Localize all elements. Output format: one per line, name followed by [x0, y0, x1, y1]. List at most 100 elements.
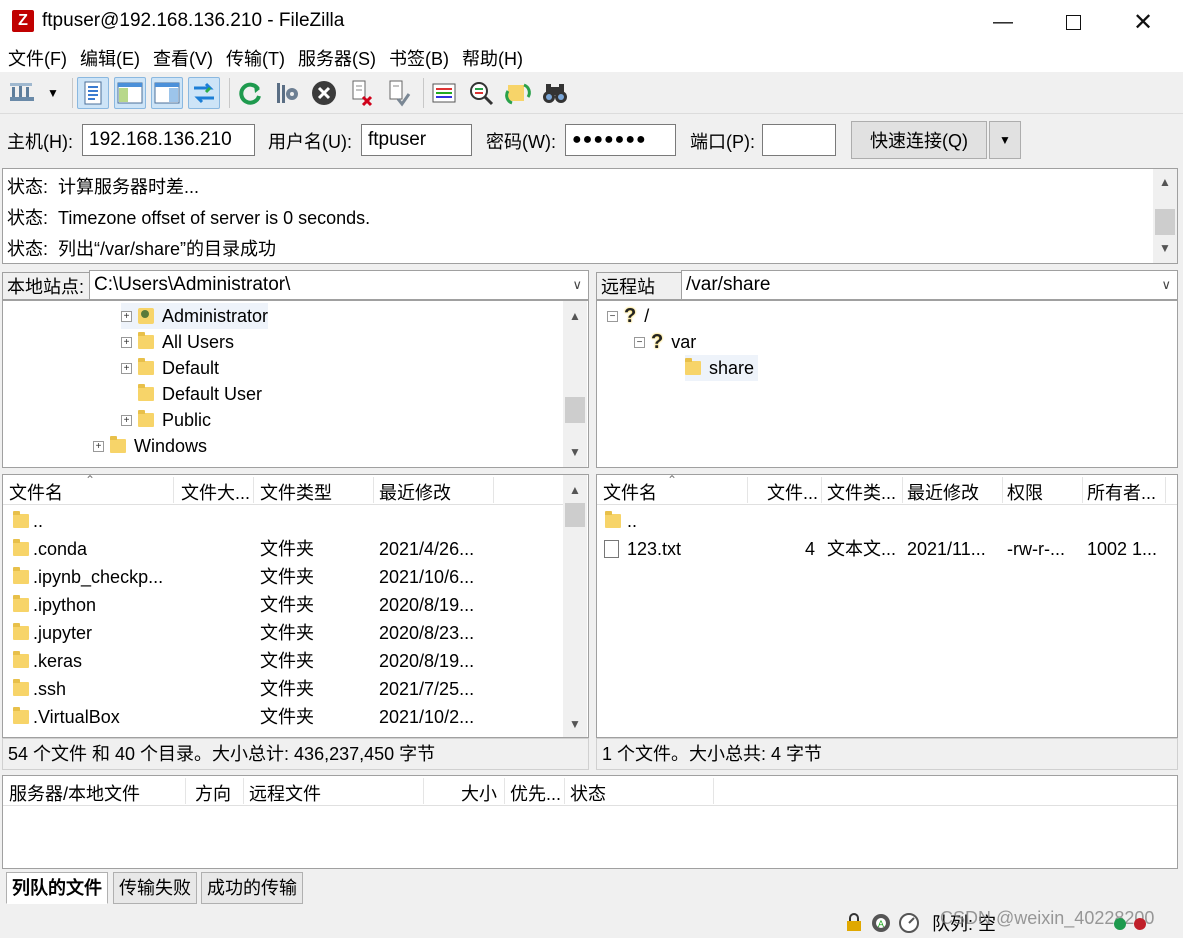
expand-icon[interactable]: +: [121, 362, 132, 374]
cancel-button[interactable]: [308, 77, 340, 109]
scroll-thumb[interactable]: [565, 397, 585, 423]
chevron-down-icon[interactable]: ∨: [1161, 271, 1171, 299]
file-row[interactable]: .ssh 文件夹 2021/7/25...: [3, 675, 563, 703]
scroll-up-icon[interactable]: ▲: [563, 305, 587, 327]
file-row[interactable]: 123.txt 4 文本文... 2021/11... -rw-r-... 10…: [597, 535, 1177, 563]
column-header-priority[interactable]: 优先...: [510, 780, 561, 806]
menu-transfer[interactable]: 传输(T): [226, 45, 285, 71]
column-header-filesize[interactable]: 文件大...: [181, 479, 250, 505]
log-scrollbar[interactable]: ▲ ▼: [1153, 169, 1177, 263]
tree-item[interactable]: Default User: [138, 381, 262, 407]
expand-icon[interactable]: +: [121, 414, 132, 426]
remote-directory-tree[interactable]: − ? / − ? var share: [596, 300, 1178, 468]
local-directory-tree[interactable]: + Administrator + All Users + Default De…: [2, 300, 589, 468]
file-row[interactable]: ..: [597, 507, 1177, 535]
tree-item[interactable]: − ? /: [607, 303, 649, 329]
scroll-down-icon[interactable]: ▼: [563, 441, 587, 463]
tree-item[interactable]: + All Users: [121, 329, 234, 355]
collapse-icon[interactable]: −: [607, 310, 618, 322]
expand-icon[interactable]: +: [93, 440, 104, 452]
tree-item-selected[interactable]: share: [685, 355, 759, 381]
file-row[interactable]: .conda 文件夹 2021/4/26...: [3, 535, 563, 563]
scroll-up-icon[interactable]: ▲: [1153, 171, 1177, 193]
column-header-modified[interactable]: 最近修改: [907, 479, 979, 505]
tree-item[interactable]: + Default: [121, 355, 219, 381]
quickconnect-history-dropdown[interactable]: ▼: [989, 121, 1021, 159]
scroll-up-icon[interactable]: ▲: [563, 479, 587, 501]
close-button[interactable]: ✕: [1108, 0, 1178, 44]
sync-browse-button[interactable]: [502, 77, 534, 109]
remote-path-combo[interactable]: /var/share ∨: [681, 270, 1178, 300]
column-header-size[interactable]: 大小: [461, 780, 497, 806]
column-header-filetype[interactable]: 文件类...: [827, 479, 896, 505]
site-manager-button[interactable]: [6, 77, 38, 109]
menu-server[interactable]: 服务器(S): [298, 45, 376, 71]
local-path-combo[interactable]: C:\Users\Administrator\ ∨: [89, 270, 589, 300]
column-header-direction[interactable]: 方向: [195, 780, 231, 806]
toggle-remote-tree-button[interactable]: [151, 76, 183, 109]
search-button[interactable]: [539, 77, 571, 109]
host-input[interactable]: 192.168.136.210: [82, 124, 255, 156]
expand-icon[interactable]: +: [121, 310, 132, 322]
menu-help[interactable]: 帮助(H): [462, 45, 523, 71]
local-list-scrollbar[interactable]: ▲ ▼: [563, 475, 587, 737]
tab-successful-transfers[interactable]: 成功的传输: [201, 872, 303, 904]
collapse-icon[interactable]: −: [634, 336, 645, 348]
password-input[interactable]: ●●●●●●●: [565, 124, 676, 156]
tab-failed-transfers[interactable]: 传输失败: [113, 872, 197, 904]
column-header-server-local-file[interactable]: 服务器/本地文件: [9, 780, 140, 806]
filter-button[interactable]: [428, 77, 460, 109]
message-log[interactable]: 状态: 计算服务器时差... 状态: Timezone offset of se…: [2, 168, 1178, 264]
menu-file[interactable]: 文件(F): [8, 45, 67, 71]
quickconnect-button[interactable]: 快速连接(Q): [851, 121, 987, 159]
tree-item[interactable]: + Windows: [93, 433, 207, 459]
transfer-queue[interactable]: 服务器/本地文件 方向 远程文件 大小 优先... 状态: [2, 775, 1178, 869]
column-header-filesize[interactable]: 文件...: [767, 479, 818, 505]
chevron-down-icon[interactable]: ∨: [572, 271, 582, 299]
reconnect-button[interactable]: [382, 77, 414, 109]
scroll-down-icon[interactable]: ▼: [1153, 237, 1177, 259]
scroll-down-icon[interactable]: ▼: [563, 713, 587, 735]
column-header-remote-file[interactable]: 远程文件: [249, 780, 321, 806]
file-row[interactable]: .ipynb_checkp... 文件夹 2021/10/6...: [3, 563, 563, 591]
column-header-modified[interactable]: 最近修改: [379, 479, 451, 505]
disconnect-button[interactable]: [345, 77, 377, 109]
column-header-filename[interactable]: 文件名: [603, 479, 657, 505]
file-row[interactable]: .jupyter 文件夹 2020/8/23...: [3, 619, 563, 647]
file-row[interactable]: .keras 文件夹 2020/8/19...: [3, 647, 563, 675]
maximize-button[interactable]: [1038, 0, 1108, 44]
file-row[interactable]: .ipython 文件夹 2020/8/19...: [3, 591, 563, 619]
column-separator: [1165, 477, 1166, 503]
menu-view[interactable]: 查看(V): [153, 45, 213, 71]
scroll-thumb[interactable]: [1155, 209, 1175, 235]
file-row[interactable]: ..: [3, 507, 563, 535]
column-header-filetype[interactable]: 文件类型: [260, 479, 332, 505]
local-file-list[interactable]: 文件名 ⌃ 文件大... 文件类型 最近修改 .. .conda 文件夹 2021/4…: [2, 474, 589, 738]
username-input[interactable]: ftpuser: [361, 124, 472, 156]
tree-item[interactable]: − ? var: [634, 329, 696, 355]
tree-item[interactable]: + Public: [121, 407, 211, 433]
process-queue-button[interactable]: [271, 77, 303, 109]
expand-icon[interactable]: +: [121, 336, 132, 348]
file-row[interactable]: .VirtualBox 文件夹 2021/10/2...: [3, 703, 563, 731]
menu-bookmarks[interactable]: 书签(B): [389, 45, 449, 71]
column-header-status[interactable]: 状态: [570, 780, 606, 806]
column-header-owner[interactable]: 所有者...: [1087, 479, 1156, 505]
local-tree-scrollbar[interactable]: ▲ ▼: [563, 301, 587, 467]
remote-file-list[interactable]: 文件名 ⌃ 文件... 文件类... 最近修改 权限 所有者... .. 123…: [596, 473, 1178, 738]
tab-queued-files[interactable]: 列队的文件: [6, 872, 108, 904]
port-input[interactable]: [762, 124, 836, 156]
folder-icon: [13, 539, 29, 556]
compare-button[interactable]: [465, 77, 497, 109]
tree-item[interactable]: + Administrator: [121, 303, 269, 329]
site-manager-dropdown[interactable]: ▼: [43, 77, 63, 109]
menu-edit[interactable]: 编辑(E): [80, 45, 140, 71]
column-header-permissions[interactable]: 权限: [1007, 479, 1043, 505]
refresh-button[interactable]: [234, 77, 266, 109]
toggle-local-tree-button[interactable]: [114, 76, 146, 109]
column-header-filename[interactable]: 文件名: [9, 479, 63, 505]
minimize-button[interactable]: —: [968, 0, 1038, 44]
scroll-thumb[interactable]: [565, 503, 585, 527]
toggle-queue-button[interactable]: [188, 76, 220, 109]
toggle-log-button[interactable]: [77, 76, 109, 109]
